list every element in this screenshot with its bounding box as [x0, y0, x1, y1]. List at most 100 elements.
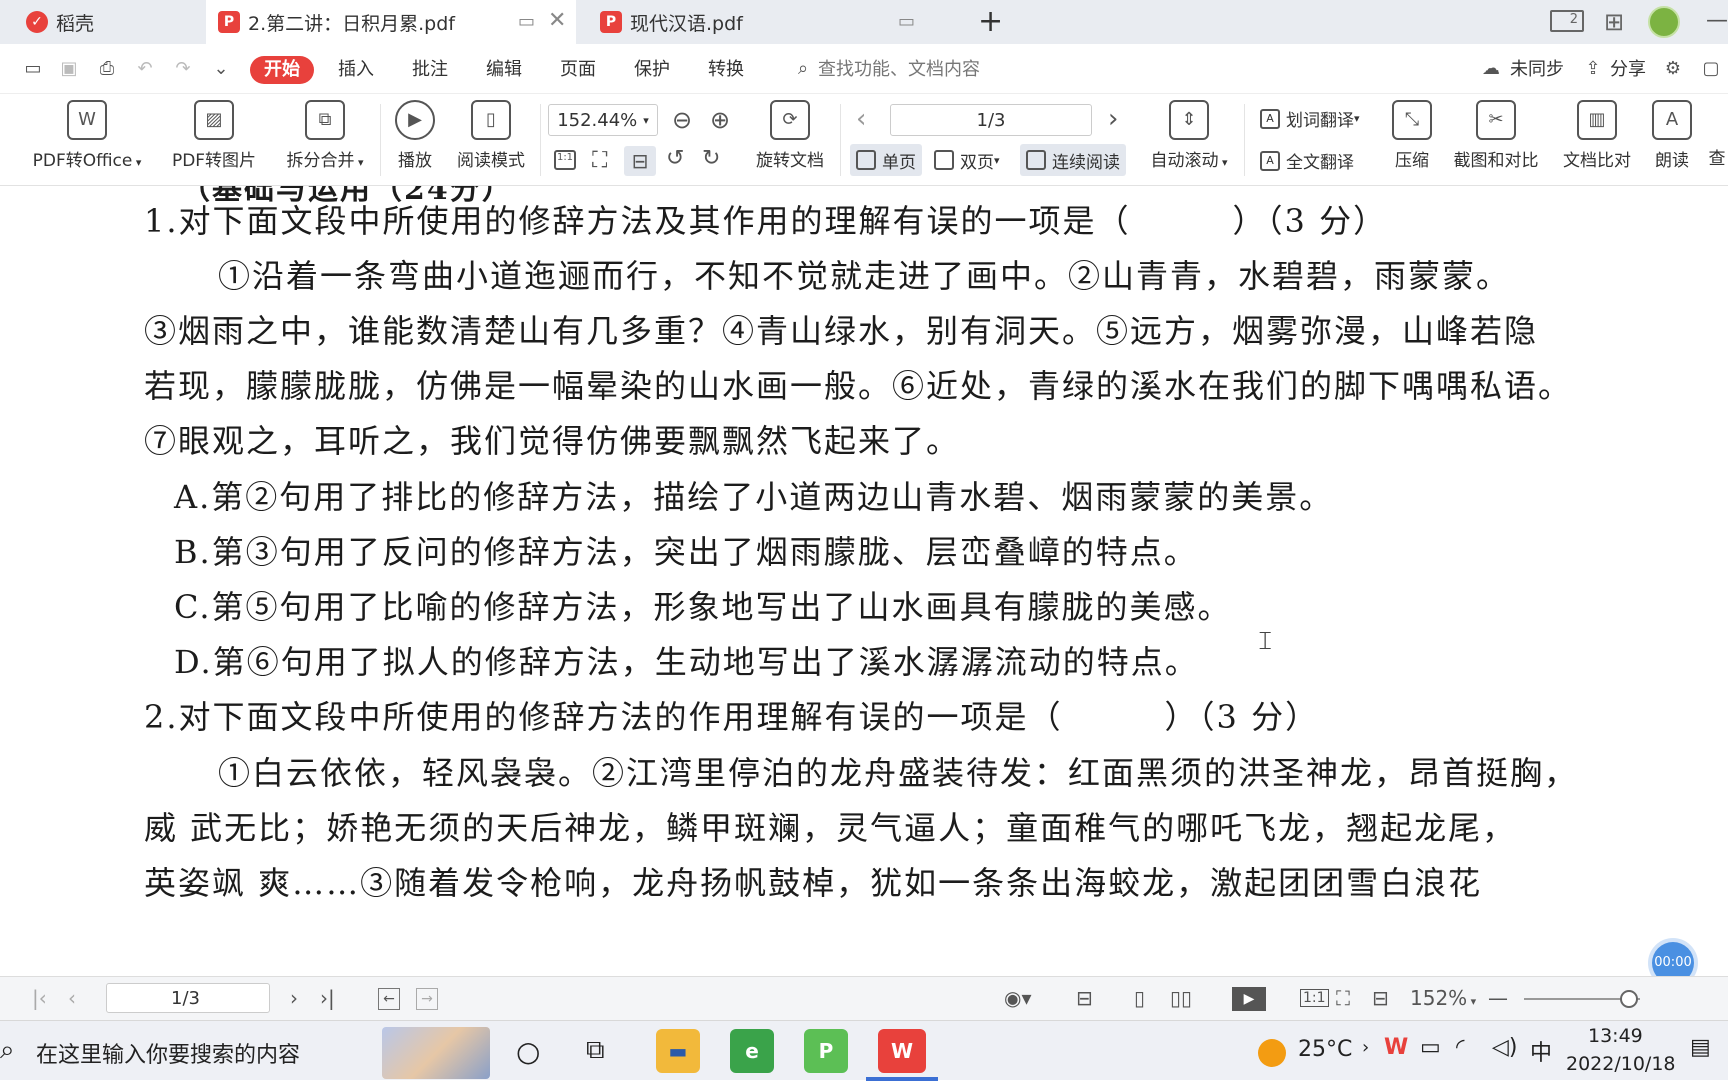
wifi-icon[interactable]: ◜ [1456, 1035, 1465, 1060]
settings-icon[interactable]: ⚙ [1662, 58, 1684, 80]
page-number-input[interactable]: 1/3 [890, 104, 1092, 136]
open-folder-icon[interactable]: ▭ [22, 58, 44, 80]
play-status-icon[interactable]: ▶ [1232, 987, 1266, 1011]
menu-insert[interactable]: 插入 [338, 56, 374, 84]
close-tab-icon[interactable]: ✕ [548, 8, 566, 33]
actual-size-icon[interactable]: 1:1 [554, 150, 576, 170]
wps-pdf-icon[interactable]: P [804, 1029, 848, 1073]
eye-protection-icon[interactable]: ◉▾ [1004, 986, 1032, 1010]
ime-indicator[interactable]: 中 [1530, 1035, 1552, 1067]
battery-icon[interactable]: ▭ [1420, 1035, 1441, 1060]
undo-icon[interactable]: ↶ [134, 58, 156, 80]
ie-browser-icon[interactable]: e [730, 1029, 774, 1073]
print-icon[interactable]: ⎙ [96, 58, 118, 80]
fit-width-mode-icon[interactable]: ⊟ [1372, 986, 1389, 1010]
split-merge-button[interactable]: ⧉ 拆分合并 ▾ [282, 100, 368, 171]
option-d: D.第⑥句用了拟人的修辞方法，生动地写出了溪水潺潺流动的特点。 [174, 643, 1199, 681]
prev-page-icon[interactable]: ‹ [68, 986, 76, 1010]
double-page-status-icon[interactable]: ▯▯ [1170, 986, 1192, 1010]
fit-width-icon[interactable]: ⊟ [624, 146, 656, 176]
zoom-slider-handle[interactable] [1620, 990, 1638, 1008]
wps-office-icon[interactable]: W [878, 1029, 926, 1073]
continuous-read-button[interactable]: 连续阅读 [1020, 144, 1126, 176]
zoom-out-icon[interactable]: ⊖ [672, 106, 692, 134]
pdf-to-office-button[interactable]: W PDF转Office ▾ [28, 100, 146, 171]
clock-time[interactable]: 13:49 [1588, 1025, 1643, 1047]
zoom-out-status-icon[interactable]: — [1488, 986, 1508, 1010]
window-icon[interactable]: ▭ [518, 11, 535, 32]
menu-page[interactable]: 页面 [560, 56, 596, 84]
window-mode-icon[interactable]: 2 [1550, 10, 1584, 32]
pdf-to-image-button[interactable]: ▨ PDF转图片 [168, 100, 260, 171]
taskbar-search-input[interactable]: 在这里输入你要搜索的内容 [36, 1037, 300, 1069]
menu-protect[interactable]: 保护 [634, 56, 670, 84]
weather-temp[interactable]: 25°C [1298, 1037, 1352, 1062]
fit-width-status-icon[interactable]: ⊟ [1076, 986, 1093, 1010]
forward-icon[interactable]: → [416, 988, 438, 1010]
document-view[interactable]: （基础与运用（24分） 1.对下面文段中所使用的修辞方法及其作用的理解有误的一项… [0, 186, 1728, 976]
read-mode-button[interactable]: ▯ 阅读模式 [454, 100, 528, 171]
zoom-in-icon[interactable]: ⊕ [710, 106, 730, 134]
minimize-icon[interactable]: — [1706, 8, 1728, 33]
compress-button[interactable]: ⤡ 压缩 [1392, 100, 1432, 171]
clock-date[interactable]: 2022/10/18 [1566, 1053, 1676, 1075]
single-page-button[interactable]: 单页 [850, 144, 922, 176]
zoom-select[interactable]: 152.44% ▾ [548, 104, 658, 136]
sync-status[interactable]: 未同步 [1510, 56, 1564, 84]
fit-page-status-icon[interactable]: ⛶ [1336, 986, 1350, 1010]
rotate-left-icon[interactable]: ↺ [666, 146, 684, 171]
single-page-status-icon[interactable]: ▯ [1134, 986, 1145, 1010]
save-icon[interactable]: ▣ [58, 58, 80, 80]
menu-convert[interactable]: 转换 [708, 56, 744, 84]
file-explorer-icon[interactable]: ▬ [656, 1029, 700, 1073]
window-icon[interactable]: ▭ [898, 11, 915, 32]
more-icon[interactable]: ⌄ [210, 58, 232, 80]
redo-icon[interactable]: ↷ [172, 58, 194, 80]
auto-scroll-button[interactable]: ⇕ 自动滚动 ▾ [1144, 100, 1234, 171]
screenshot-compare-button[interactable]: ✂ 截图和对比 [1450, 100, 1542, 171]
rotate-right-icon[interactable]: ↻ [702, 146, 720, 171]
doc-compare-button[interactable]: ▥ 文档比对 [1560, 100, 1634, 171]
find-button[interactable]: 查 [1706, 144, 1728, 169]
avatar[interactable] [1648, 6, 1680, 38]
volume-icon[interactable]: ◁) [1492, 1035, 1518, 1060]
read-aloud-button[interactable]: A 朗读 [1652, 100, 1692, 171]
tray-chevron-icon[interactable]: › [1362, 1037, 1369, 1058]
share-button[interactable]: 分享 [1610, 56, 1646, 84]
rotate-document-button[interactable]: ⟳ 旋转文档 [752, 100, 828, 171]
next-page-icon[interactable]: › [290, 986, 298, 1010]
play-button[interactable]: ▶ 播放 [392, 100, 438, 171]
first-page-icon[interactable]: |‹ [32, 986, 47, 1010]
menu-edit[interactable]: 编辑 [486, 56, 522, 84]
wps-tray-icon[interactable]: W [1384, 1035, 1408, 1060]
message-icon[interactable]: ▢ [1700, 58, 1722, 80]
next-page-icon[interactable]: › [1108, 104, 1118, 134]
task-view-icon[interactable]: ⧉ [586, 1035, 605, 1066]
last-page-icon[interactable]: ›| [320, 986, 335, 1010]
play-icon: ▶ [395, 100, 435, 140]
back-icon[interactable]: ← [378, 988, 400, 1010]
double-page-button[interactable]: 双页 ▾ [934, 144, 1000, 176]
tab-other-label: 现代汉语.pdf [630, 12, 743, 35]
feature-search-input[interactable]: 查找功能、文档内容 [818, 56, 980, 84]
menu-annotate[interactable]: 批注 [412, 56, 448, 84]
word-translate-button[interactable]: A 划词翻译 ▾ [1260, 106, 1360, 131]
status-page-input[interactable]: 1/3 [106, 983, 270, 1013]
tab-home[interactable]: ✓ 稻壳 [14, 0, 204, 44]
grid-icon[interactable]: ⊞ [1604, 8, 1624, 36]
option-b: B.第③句用了反问的修辞方法，突出了烟雨朦胧、层峦叠嶂的特点。 [174, 533, 1198, 571]
prev-page-icon[interactable]: ‹ [856, 104, 866, 134]
status-zoom-select[interactable]: 152% ▾ [1410, 986, 1476, 1010]
cortana-icon[interactable]: ○ [516, 1035, 540, 1068]
new-tab-button[interactable]: + [978, 4, 1003, 39]
full-translate-button[interactable]: A 全文翻译 [1260, 148, 1354, 173]
notification-icon[interactable]: ▤ [1690, 1035, 1711, 1060]
actual-size-status-icon[interactable]: 1:1 [1300, 989, 1329, 1007]
tab-active-document[interactable]: P 2.第二讲：日积月累.pdf ▭ ✕ [206, 0, 576, 44]
timer-button[interactable]: 00:00 [1652, 942, 1694, 976]
docer-logo-icon: ✓ [26, 11, 48, 33]
menu-start[interactable]: 开始 [250, 56, 314, 84]
tab-other-document[interactable]: P 现代汉语.pdf ▭ [588, 0, 958, 44]
fit-page-icon[interactable]: ⛶ [592, 148, 607, 173]
pdf-file-icon: P [218, 11, 240, 33]
